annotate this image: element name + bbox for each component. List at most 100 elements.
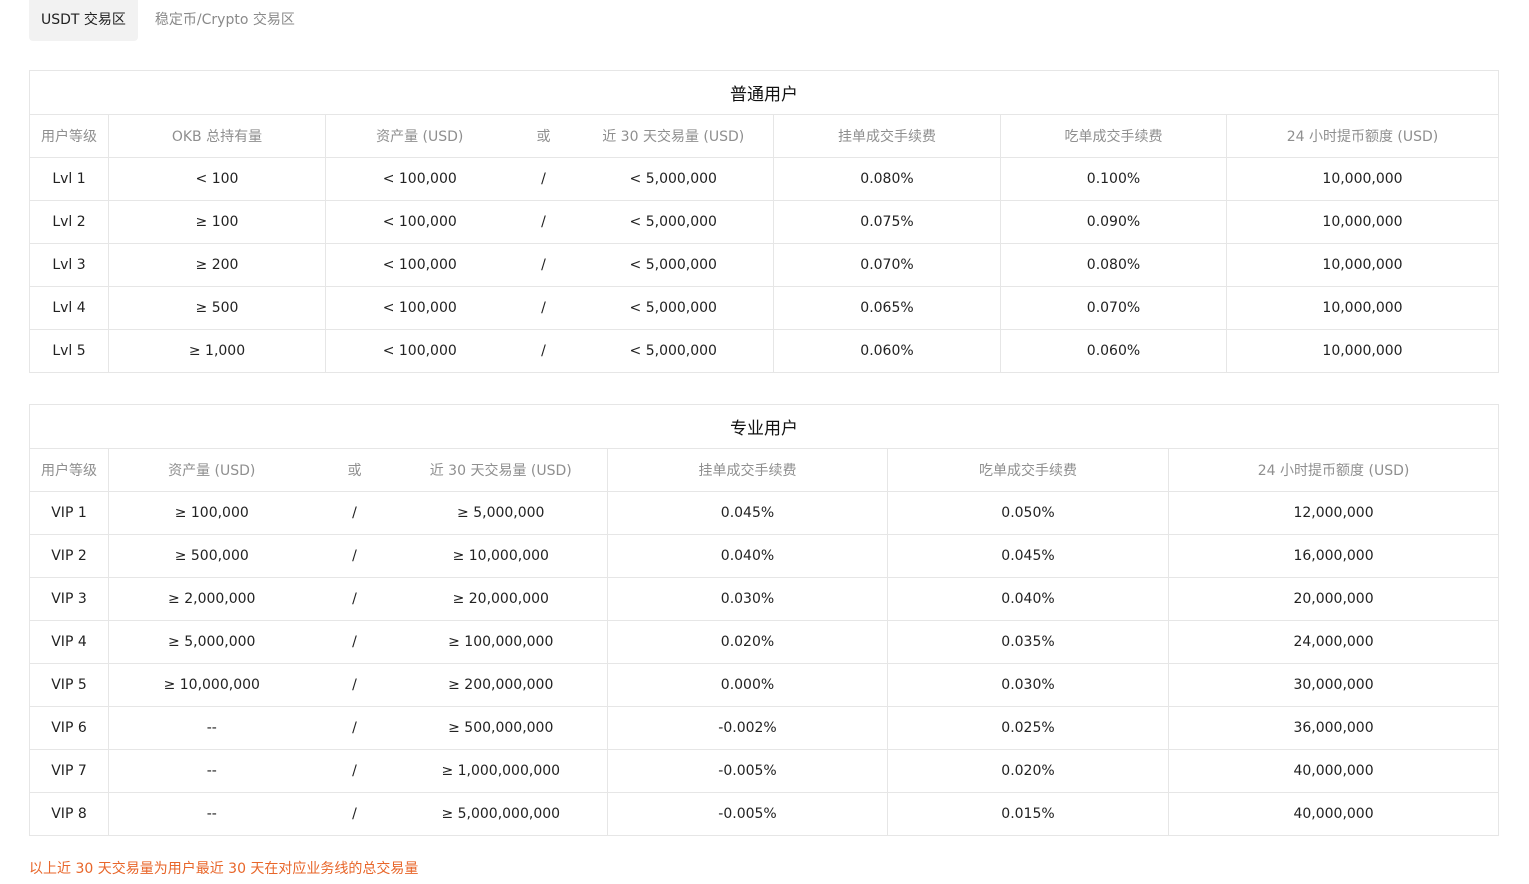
table-cell: 0.060% bbox=[773, 329, 1001, 373]
table-cell: < 100,000 bbox=[325, 157, 514, 201]
table-cell: ≥ 100 bbox=[108, 200, 326, 244]
table-cell: 10,000,000 bbox=[1226, 243, 1499, 287]
table-cell: -0.005% bbox=[607, 792, 888, 836]
table-cell: 10,000,000 bbox=[1226, 286, 1499, 330]
table-cell: ≥ 500,000 bbox=[108, 534, 315, 578]
table-cell: 0.030% bbox=[887, 663, 1169, 707]
table-cell: 0.020% bbox=[887, 749, 1169, 793]
level-cell: VIP 7 bbox=[29, 749, 109, 793]
table-cell: ≥ 20,000,000 bbox=[394, 577, 608, 621]
table-cell: / bbox=[314, 706, 395, 750]
table-cell: < 5,000,000 bbox=[573, 157, 774, 201]
table-cell: -0.002% bbox=[607, 706, 888, 750]
table-cell: < 100,000 bbox=[325, 329, 514, 373]
table-cell: 36,000,000 bbox=[1167, 706, 1500, 750]
table-row: VIP 2 ≥ 500,000/≥ 10,000,000 0.040% 0.045% 1… bbox=[29, 534, 1500, 578]
table-cell: 0.045% bbox=[607, 491, 888, 535]
pro-user-title: 专业用户 bbox=[28, 404, 1500, 449]
table-cell: ≥ 200 bbox=[108, 243, 326, 287]
table-row: Lvl 2 ≥ 100 < 100,000/< 5,000,000 0.075% 0.0… bbox=[29, 200, 1499, 244]
table-cell: / bbox=[513, 243, 574, 287]
level-cell: VIP 4 bbox=[29, 620, 109, 664]
table-cell: 0.050% bbox=[887, 491, 1169, 535]
table-cell: / bbox=[513, 157, 574, 201]
level-cell: VIP 3 bbox=[29, 577, 109, 621]
table-cell: ≥ 1,000 bbox=[108, 329, 326, 373]
zone-tabs: USDT 交易区 稳定币/Crypto 交易区 bbox=[29, 0, 307, 41]
level-cell: VIP 6 bbox=[29, 706, 109, 750]
table-cell: 0.080% bbox=[1000, 243, 1227, 287]
level-cell: Lvl 4 bbox=[29, 286, 109, 330]
column-header: OKB 总持有量 bbox=[108, 114, 326, 158]
table-row: VIP 8 -- / ≥ 5,000,000,000 -0.005% 0.015% 40,0… bbox=[29, 792, 1500, 836]
table-cell: -- bbox=[108, 706, 315, 750]
table-cell: / bbox=[314, 663, 395, 707]
table-cell: ≥ 5,000,000 bbox=[108, 620, 315, 664]
table-cell: 12,000,000 bbox=[1167, 491, 1500, 535]
table-cell: 40,000,000 bbox=[1167, 749, 1500, 793]
table-cell: ≥ 10,000,000 bbox=[394, 534, 608, 578]
table-cell: -- bbox=[108, 792, 315, 836]
column-header: 近 30 天交易量 (USD) bbox=[394, 448, 608, 492]
column-header: 或 bbox=[513, 114, 574, 158]
table-row: Lvl 1 < 100 < 100,000/< 5,000,000 0.080% 0.1… bbox=[29, 157, 1499, 201]
level-cell: VIP 2 bbox=[29, 534, 109, 578]
level-cell: VIP 5 bbox=[29, 663, 109, 707]
table-cell: 0.020% bbox=[607, 620, 888, 664]
table-cell: 30,000,000 bbox=[1167, 663, 1500, 707]
level-cell: VIP 1 bbox=[29, 491, 109, 535]
level-cell: Lvl 5 bbox=[29, 329, 109, 373]
table-cell: ≥ 2,000,000 bbox=[108, 577, 315, 621]
column-header: 或 bbox=[314, 448, 395, 492]
table-cell: 0.025% bbox=[887, 706, 1169, 750]
table-row: Lvl 3 ≥ 200 < 100,000/< 5,000,000 0.070% 0.0… bbox=[29, 243, 1499, 287]
column-header: 资产量 (USD) bbox=[325, 114, 514, 158]
column-header: 挂单成交手续费 bbox=[773, 114, 1001, 158]
table-cell: ≥ 200,000,000 bbox=[394, 663, 608, 707]
level-cell: VIP 8 bbox=[29, 792, 109, 836]
tab-stablecoin-crypto-zone[interactable]: 稳定币/Crypto 交易区 bbox=[143, 0, 307, 41]
table-row: Lvl 4 ≥ 500 < 100,000/< 5,000,000 0.065% 0.0… bbox=[29, 286, 1499, 330]
pro-user-fee-table: 专业用户 用户等级 资产量 (USD) 或近 30 天交易量 (USD) 挂单成交手续… bbox=[28, 404, 1500, 836]
table-cell: ≥ 10,000,000 bbox=[108, 663, 315, 707]
table-cell: / bbox=[314, 620, 395, 664]
table-cell: -- bbox=[108, 749, 315, 793]
table-cell: / bbox=[314, 577, 395, 621]
table-cell: / bbox=[513, 286, 574, 330]
table-cell: / bbox=[314, 534, 395, 578]
table-row: VIP 5 ≥ 10,000,000/≥ 200,000,000 0.000% 0.0… bbox=[29, 663, 1500, 707]
table-cell: / bbox=[314, 749, 395, 793]
table-cell: 0.100% bbox=[1000, 157, 1227, 201]
table-cell: < 5,000,000 bbox=[573, 329, 774, 373]
table-row: Lvl 5 ≥ 1,000 < 100,000/< 5,000,000 0.060% 0… bbox=[29, 329, 1499, 373]
volume-footnote: 以上近 30 天交易量为用户最近 30 天在对应业务线的总交易量 bbox=[29, 861, 419, 877]
table-cell: < 5,000,000 bbox=[573, 243, 774, 287]
column-header: 24 小时提币额度 (USD) bbox=[1226, 114, 1499, 158]
table-row: VIP 3 ≥ 2,000,000/≥ 20,000,000 0.030% 0.040… bbox=[29, 577, 1500, 621]
table-cell: ≥ 500 bbox=[108, 286, 326, 330]
table-cell: ≥ 100,000,000 bbox=[394, 620, 608, 664]
table-cell: / bbox=[314, 491, 395, 535]
level-cell: Lvl 1 bbox=[29, 157, 109, 201]
column-header: 用户等级 bbox=[29, 114, 109, 158]
table-cell: 20,000,000 bbox=[1167, 577, 1500, 621]
table-row: VIP 6 -- / ≥ 500,000,000 -0.002% 0.025% 36,000… bbox=[29, 706, 1500, 750]
table-row: VIP 7 -- / ≥ 1,000,000,000 -0.005% 0.020% 40,0… bbox=[29, 749, 1500, 793]
table-cell: -0.005% bbox=[607, 749, 888, 793]
table-cell: 0.000% bbox=[607, 663, 888, 707]
table-cell: 10,000,000 bbox=[1226, 329, 1499, 373]
table-cell: < 100,000 bbox=[325, 243, 514, 287]
table-cell: 0.070% bbox=[773, 243, 1001, 287]
table-cell: 0.045% bbox=[887, 534, 1169, 578]
table-cell: 10,000,000 bbox=[1226, 157, 1499, 201]
column-header: 资产量 (USD) bbox=[108, 448, 315, 492]
column-header: 挂单成交手续费 bbox=[607, 448, 888, 492]
table-cell: 0.030% bbox=[607, 577, 888, 621]
level-cell: Lvl 3 bbox=[29, 243, 109, 287]
regular-user-title: 普通用户 bbox=[29, 70, 1499, 115]
table-cell: 0.070% bbox=[1000, 286, 1227, 330]
table-cell: ≥ 5,000,000 bbox=[394, 491, 608, 535]
tab-usdt-zone[interactable]: USDT 交易区 bbox=[29, 0, 138, 41]
table-cell: < 100 bbox=[108, 157, 326, 201]
table-cell: / bbox=[513, 329, 574, 373]
